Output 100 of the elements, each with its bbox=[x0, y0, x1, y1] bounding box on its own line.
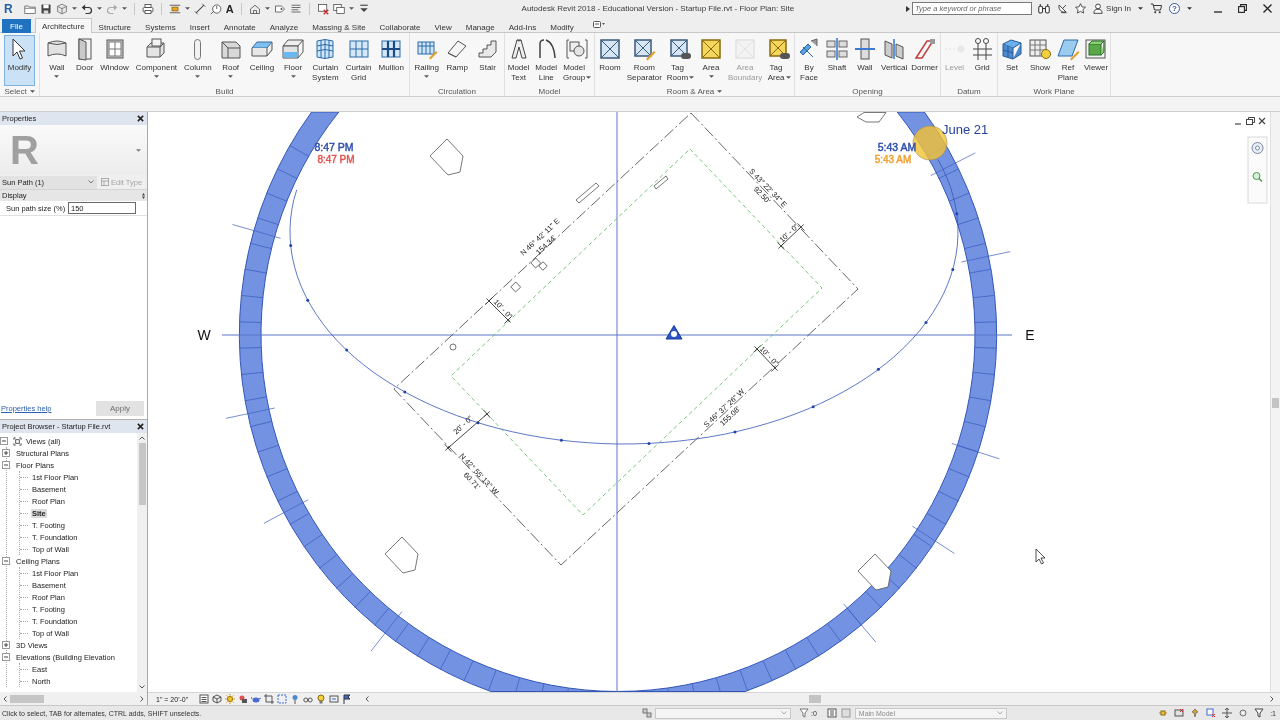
ribbon-toggle-icon[interactable] bbox=[592, 21, 605, 28]
ribbon-tool-button[interactable]: Wall bbox=[851, 35, 879, 86]
flag-icon[interactable] bbox=[342, 694, 353, 704]
minus-box-icon[interactable] bbox=[2, 557, 10, 565]
ribbon-tool-button[interactable]: Ceiling bbox=[247, 35, 277, 86]
ribbon-tab[interactable]: Structure bbox=[91, 20, 139, 33]
scroll-right-icon[interactable] bbox=[1270, 696, 1274, 702]
close-windows-icon[interactable] bbox=[316, 2, 329, 15]
caret-icon[interactable] bbox=[153, 75, 159, 78]
ribbon-tool-button[interactable]: Set bbox=[997, 35, 1026, 86]
caret-icon[interactable] bbox=[689, 76, 695, 79]
close-icon[interactable] bbox=[1263, 4, 1272, 13]
ribbon-tool-button[interactable]: Grid bbox=[968, 35, 997, 86]
ribbon-tool-button[interactable]: Component bbox=[133, 35, 180, 86]
ribbon-tab[interactable]: Insert bbox=[182, 20, 217, 33]
ribbon-tool-button[interactable]: Model Line bbox=[532, 35, 561, 86]
move-arrows-icon[interactable] bbox=[1222, 708, 1233, 718]
circle-icon[interactable] bbox=[1238, 708, 1249, 718]
ellipse-icon[interactable] bbox=[251, 694, 262, 704]
star-icon[interactable] bbox=[1075, 3, 1087, 14]
scrollbar-thumb[interactable] bbox=[10, 694, 44, 703]
two-squares-icon[interactable] bbox=[642, 708, 652, 718]
triangle-symbol-icon[interactable] bbox=[665, 325, 683, 340]
ribbon-tool-button[interactable]: Door bbox=[73, 35, 96, 86]
minus-box-icon[interactable] bbox=[0, 437, 8, 445]
caret-icon[interactable] bbox=[586, 76, 592, 79]
scroll-left-icon[interactable] bbox=[3, 695, 7, 702]
caret-icon[interactable] bbox=[228, 75, 234, 78]
box-cross-icon[interactable] bbox=[1174, 708, 1185, 718]
scroll-right-icon[interactable] bbox=[140, 695, 144, 702]
cart-icon[interactable] bbox=[1150, 3, 1162, 14]
ribbon-tool-button[interactable]: Ref Plane bbox=[1053, 35, 1082, 86]
caret-icon[interactable] bbox=[708, 75, 714, 78]
caret-icon[interactable] bbox=[29, 89, 35, 93]
ribbon-tool-button[interactable]: Curtain System bbox=[310, 35, 341, 86]
minus-box-icon[interactable] bbox=[2, 653, 10, 661]
caret-icon[interactable] bbox=[785, 76, 791, 79]
scroll-up-icon[interactable] bbox=[139, 436, 145, 440]
frame-icon[interactable] bbox=[329, 694, 340, 704]
ribbon-tool-button[interactable]: Modify bbox=[3, 35, 36, 86]
ribbon-tool-button[interactable]: Area bbox=[697, 35, 726, 86]
dimension-icon[interactable] bbox=[193, 2, 206, 15]
ribbon-tab[interactable]: Collaborate bbox=[372, 20, 428, 33]
pin-icon[interactable] bbox=[1190, 708, 1201, 718]
magnifier-icon[interactable] bbox=[1252, 172, 1263, 183]
caret-icon[interactable] bbox=[717, 89, 723, 93]
funnel-icon[interactable] bbox=[799, 708, 809, 718]
collapse-arrows-icon[interactable] bbox=[142, 192, 145, 199]
lined-box-icon[interactable] bbox=[826, 708, 837, 718]
binoculars-icon[interactable] bbox=[1038, 3, 1051, 14]
switch-windows-icon[interactable] bbox=[332, 2, 345, 15]
scrollbar-thumb[interactable] bbox=[809, 695, 821, 703]
caret-icon[interactable] bbox=[96, 7, 102, 10]
app-menu-button[interactable]: R bbox=[3, 1, 14, 16]
glasses-icon[interactable] bbox=[303, 694, 314, 704]
ribbon-tool-button[interactable]: Dormer bbox=[909, 35, 940, 86]
ribbon-tab[interactable]: File bbox=[2, 19, 31, 33]
caret-icon[interactable] bbox=[54, 75, 60, 78]
ribbon-tool-button[interactable]: Tag Room bbox=[664, 35, 697, 86]
ribbon-tool-button[interactable]: Roof bbox=[216, 35, 245, 86]
ribbon-tool-button[interactable]: Room bbox=[595, 35, 624, 86]
ribbon-tab[interactable]: Annotate bbox=[216, 20, 263, 33]
sign-in-button[interactable]: Sign In bbox=[1093, 3, 1131, 14]
open-folder-icon[interactable] bbox=[23, 2, 36, 15]
ribbon-tool-button[interactable]: Window bbox=[98, 35, 131, 86]
minus-box-icon[interactable] bbox=[2, 461, 10, 469]
printer-icon[interactable] bbox=[141, 2, 154, 15]
concentric-circles-icon[interactable] bbox=[1251, 142, 1264, 154]
expand-arrow-icon[interactable] bbox=[906, 5, 911, 12]
ribbon-tool-button[interactable]: Viewer bbox=[1081, 35, 1111, 86]
caret-icon[interactable] bbox=[348, 7, 354, 10]
restore-icon[interactable] bbox=[1246, 117, 1255, 125]
plus-box-icon[interactable] bbox=[2, 641, 10, 649]
caret-icon[interactable] bbox=[184, 7, 190, 10]
caret-icon[interactable] bbox=[1138, 7, 1143, 10]
list-lines-icon[interactable] bbox=[289, 2, 302, 15]
save-icon[interactable] bbox=[39, 2, 52, 15]
cube-outline-icon[interactable] bbox=[212, 694, 223, 704]
circle-square-icon[interactable] bbox=[238, 694, 249, 704]
ribbon-tab[interactable]: Massing & Site bbox=[305, 20, 373, 33]
ribbon-tool-button[interactable]: Tag Area bbox=[765, 35, 794, 86]
ribbon-tool-button[interactable]: Model Group bbox=[561, 35, 594, 86]
text-tool-button[interactable]: A bbox=[225, 2, 234, 15]
help-button[interactable]: ? bbox=[1169, 3, 1180, 14]
caret-icon[interactable] bbox=[424, 75, 430, 78]
ribbon-tool-button[interactable]: Ramp bbox=[443, 35, 472, 86]
ribbon-tab[interactable]: Architecture bbox=[34, 18, 92, 33]
ribbon-tab[interactable]: Systems bbox=[138, 20, 183, 33]
ribbon-tool-button[interactable]: By Face bbox=[795, 35, 823, 86]
bulb-icon[interactable] bbox=[316, 694, 327, 704]
caret-icon[interactable] bbox=[71, 7, 77, 10]
satellite-dish-icon[interactable] bbox=[1057, 3, 1069, 14]
caret-icon[interactable] bbox=[195, 75, 201, 78]
customize-caret-icon[interactable] bbox=[357, 2, 370, 15]
caret-icon[interactable] bbox=[121, 7, 127, 10]
undo-icon[interactable] bbox=[80, 2, 93, 15]
scrollbar-thumb[interactable] bbox=[138, 443, 146, 505]
ribbon-tool-button[interactable]: Column bbox=[182, 35, 214, 86]
scroll-left-icon[interactable] bbox=[365, 696, 369, 702]
ribbon-tool-button[interactable]: Railing bbox=[412, 35, 441, 86]
